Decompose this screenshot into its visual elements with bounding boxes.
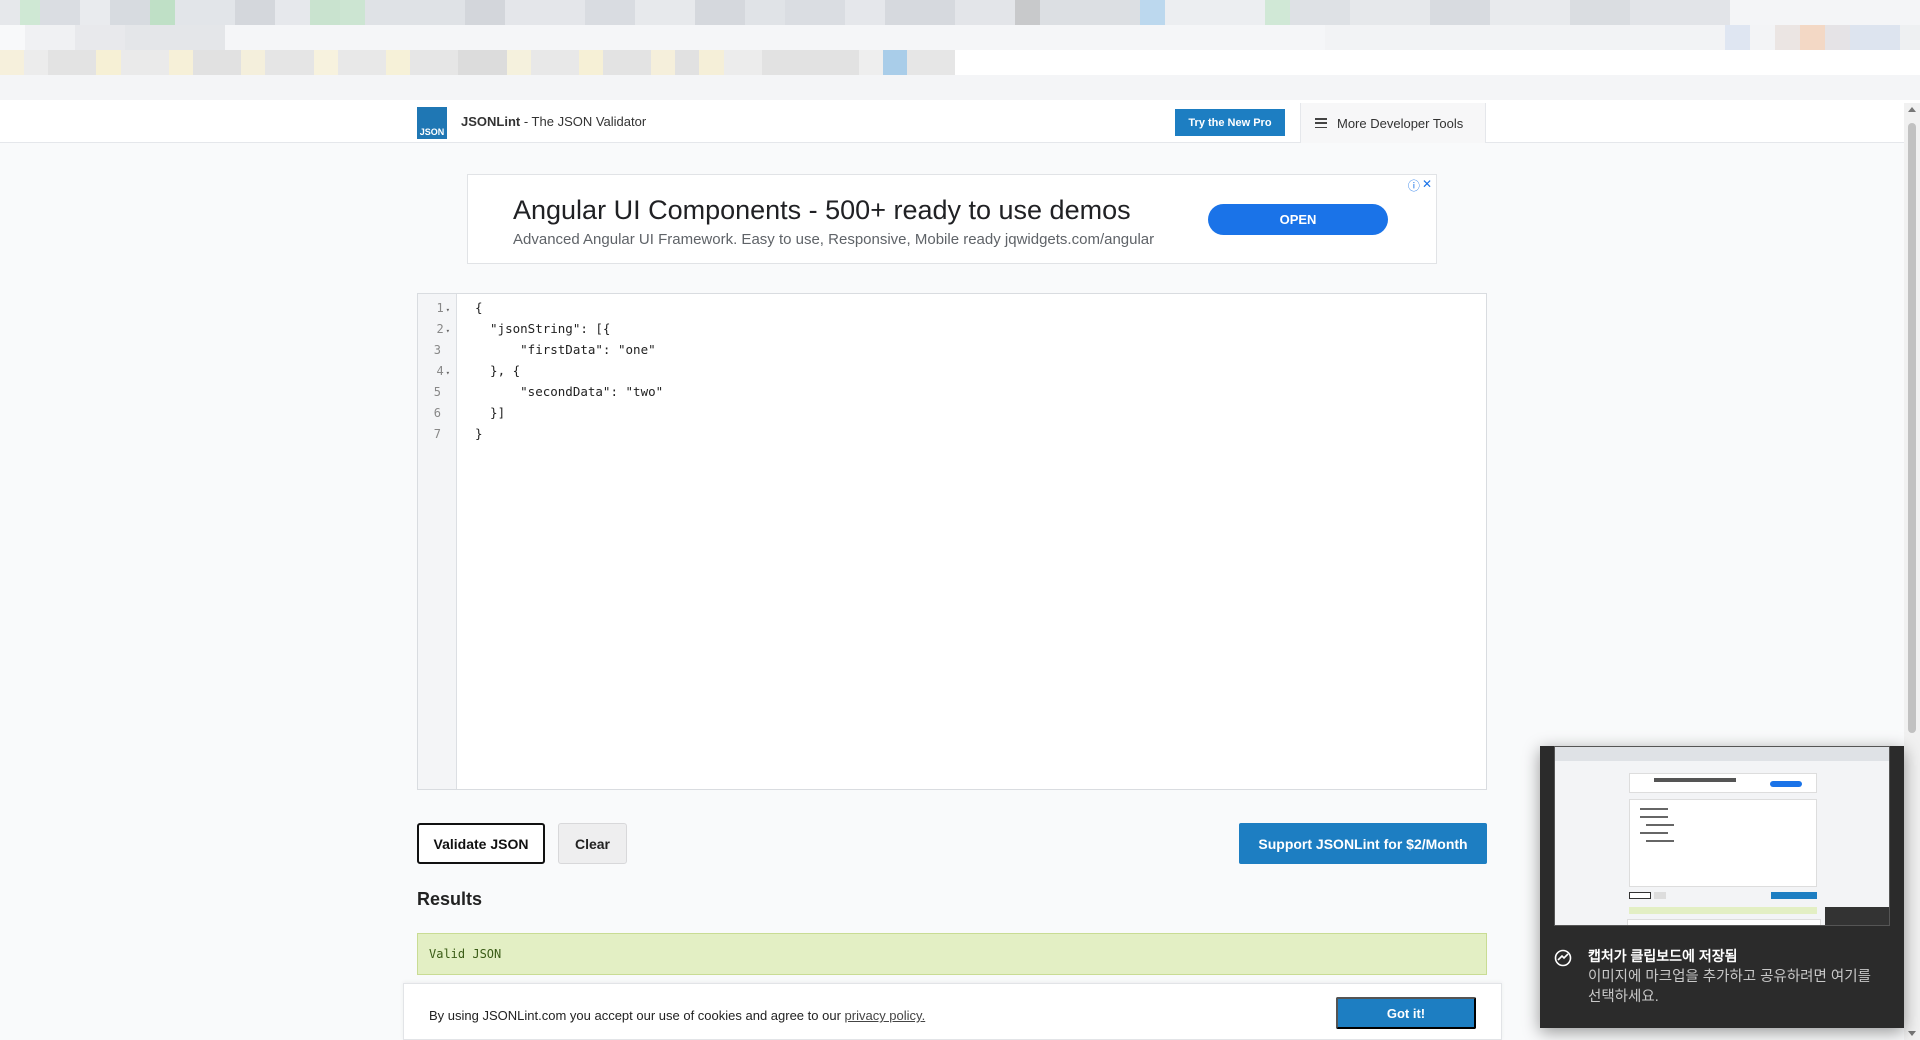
- page-scrollbar[interactable]: [1904, 103, 1920, 1040]
- line-number: 7: [433, 427, 441, 441]
- support-jsonlint-button[interactable]: Support JSONLint for $2/Month: [1239, 823, 1487, 864]
- scroll-down-arrow-icon[interactable]: [1908, 1031, 1916, 1036]
- result-message: Valid JSON: [417, 933, 1487, 975]
- cookie-text: By using JSONLint.com you accept our use…: [429, 1008, 926, 1023]
- toast-body: 이미지에 마크업을 추가하고 공유하려면 여기를 선택하세요.: [1588, 969, 1871, 1005]
- capture-thumbnail[interactable]: [1554, 746, 1890, 926]
- scroll-up-arrow-icon[interactable]: [1908, 107, 1916, 112]
- brand-title[interactable]: JSONLint - The JSON Validator: [461, 114, 646, 129]
- bookmark-strip: [0, 0, 1920, 25]
- cookie-banner: By using JSONLint.com you accept our use…: [403, 983, 1502, 1040]
- more-developer-tools-button[interactable]: More Developer Tools: [1300, 103, 1486, 143]
- hamburger-icon: [1315, 118, 1327, 128]
- capture-toast-notification[interactable]: 캡처가 클립보드에 저장됨 이미지에 마크업을 추가하고 공유하려면 여기를 선…: [1540, 746, 1904, 1028]
- scroll-thumb[interactable]: [1908, 123, 1916, 733]
- brand-name: JSONLint: [461, 114, 521, 129]
- fold-arrow-icon[interactable]: ▾: [446, 327, 450, 335]
- address-strip: [0, 25, 1920, 50]
- info-icon[interactable]: ⓘ: [1408, 177, 1420, 194]
- topbar: JSON JSONLint - The JSON Validator Try t…: [0, 103, 1904, 143]
- result-text: Valid JSON: [429, 947, 502, 961]
- browser-chrome: [0, 0, 1920, 100]
- code-line[interactable]: }: [475, 421, 483, 447]
- jsonlint-logo[interactable]: JSON: [417, 107, 447, 139]
- validate-json-button[interactable]: Validate JSON: [417, 823, 545, 864]
- json-editor[interactable]: 1 ▾ 2 ▾ 3 4 ▾ 5 6 7 { "jsonString": [{ "fir…: [417, 293, 1487, 790]
- extensions-strip: [0, 50, 1920, 75]
- ad-open-button[interactable]: OPEN: [1208, 204, 1388, 235]
- snipping-tool-icon: [1554, 949, 1572, 967]
- try-pro-button[interactable]: Try the New Pro: [1175, 109, 1285, 136]
- brand-tagline: - The JSON Validator: [520, 114, 647, 129]
- line-number-gutter: 1 ▾ 2 ▾ 3 4 ▾ 5 6 7: [418, 294, 457, 789]
- results-heading: Results: [417, 889, 483, 909]
- ad-subtitle[interactable]: Advanced Angular UI Framework. Easy to u…: [513, 231, 1154, 248]
- fold-arrow-icon[interactable]: ▾: [446, 306, 450, 314]
- got-it-button[interactable]: Got it!: [1336, 997, 1476, 1029]
- fold-arrow-icon[interactable]: ▾: [446, 369, 450, 377]
- privacy-policy-link[interactable]: privacy policy.: [845, 1008, 926, 1023]
- ad-controls: ⓘ ✕: [1408, 177, 1432, 194]
- clear-button[interactable]: Clear: [558, 823, 627, 864]
- toast-title: 캡처가 클립보드에 저장됨: [1588, 948, 1738, 964]
- ad-banner[interactable]: Angular UI Components - 500+ ready to us…: [467, 174, 1437, 264]
- more-tools-label: More Developer Tools: [1337, 115, 1464, 131]
- ad-title[interactable]: Angular UI Components - 500+ ready to us…: [513, 195, 1131, 226]
- close-icon[interactable]: ✕: [1422, 177, 1432, 194]
- logo-text: JSON: [419, 127, 445, 137]
